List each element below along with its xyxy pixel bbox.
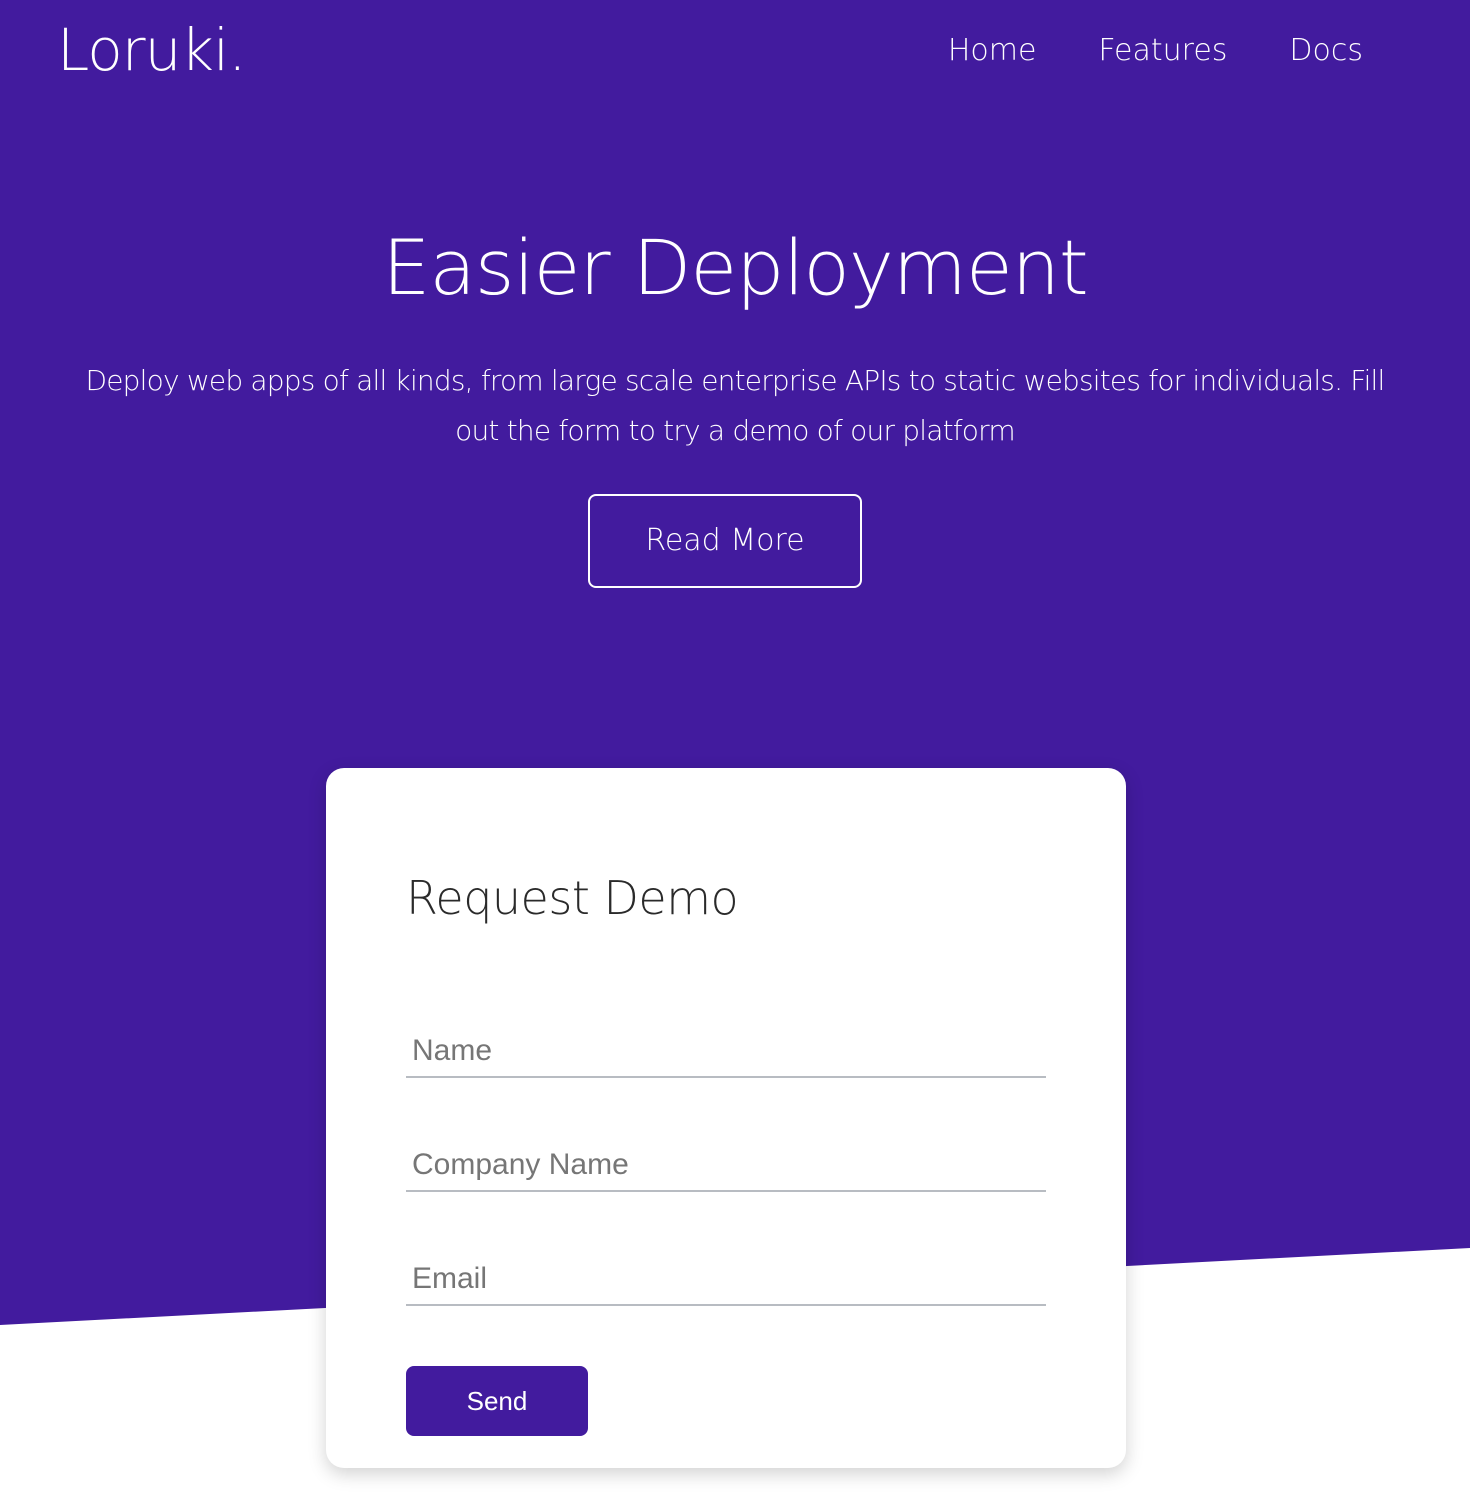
logo[interactable]: Loruki. (57, 14, 247, 86)
nav-link-home[interactable]: Home (948, 30, 1037, 72)
hero-title: Easier Deployment (382, 223, 1088, 312)
company-name-input[interactable] (406, 1140, 1046, 1192)
name-input[interactable] (406, 1026, 1046, 1078)
navbar: Loruki. Home Features Docs (0, 0, 1470, 104)
nav-link-features[interactable]: Features (1098, 30, 1227, 72)
request-demo-card: Request Demo Send (326, 768, 1126, 1468)
send-button[interactable]: Send (406, 1366, 588, 1436)
landing-page: Loruki. Home Features Docs Easier Deploy… (0, 0, 1470, 1498)
email-input[interactable] (406, 1254, 1046, 1306)
read-more-button[interactable]: Read More (588, 494, 862, 588)
request-demo-title: Request Demo (406, 871, 739, 925)
nav-link-docs[interactable]: Docs (1289, 30, 1363, 72)
hero-description: Deploy web apps of all kinds, from large… (85, 364, 1385, 447)
nav-menu: Home Features Docs (948, 30, 1363, 72)
